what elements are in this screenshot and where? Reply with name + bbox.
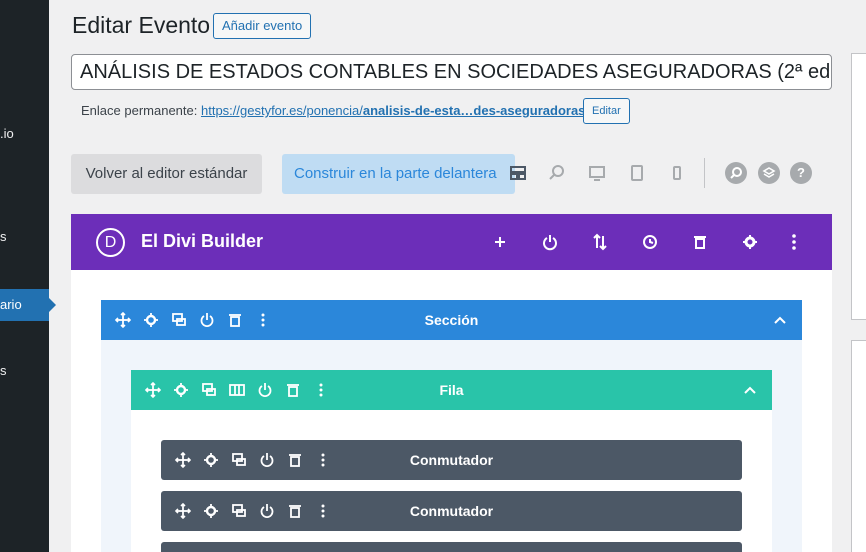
power-icon[interactable] xyxy=(255,380,275,400)
module-bar[interactable]: Conmutador xyxy=(161,491,742,531)
more-options-icon[interactable] xyxy=(313,501,333,521)
trash-icon[interactable] xyxy=(283,380,303,400)
module-bar[interactable]: Conmutador xyxy=(161,440,742,480)
sidebar-item-label: .io xyxy=(0,126,14,141)
module-bar[interactable] xyxy=(161,542,742,552)
right-metabox-panel xyxy=(851,340,866,552)
divi-logo-icon: D xyxy=(96,228,125,257)
permalink-slug: analisis-de-esta…des-aseguradoras xyxy=(362,103,586,118)
add-event-button[interactable]: Añadir evento xyxy=(213,13,312,39)
page-title: Editar Evento xyxy=(72,12,211,38)
duplicate-icon[interactable] xyxy=(229,501,249,521)
move-icon[interactable] xyxy=(173,501,193,521)
toolbar-divider xyxy=(704,158,705,188)
layers-icon[interactable] xyxy=(758,162,780,184)
duplicate-icon[interactable] xyxy=(199,380,219,400)
history-icon[interactable] xyxy=(639,231,661,253)
sidebar-item-1[interactable]: .io xyxy=(0,124,14,144)
gear-icon[interactable] xyxy=(171,380,191,400)
gear-icon[interactable] xyxy=(201,450,221,470)
more-options-icon[interactable] xyxy=(783,231,805,253)
power-icon[interactable] xyxy=(257,501,277,521)
edit-permalink-button[interactable]: Editar xyxy=(583,98,630,124)
search-icon[interactable] xyxy=(725,162,747,184)
section-actions xyxy=(113,310,273,330)
sort-icon[interactable] xyxy=(589,231,611,253)
phone-view-icon[interactable] xyxy=(666,162,688,184)
module-actions xyxy=(173,501,333,521)
move-icon[interactable] xyxy=(173,450,193,470)
help-icon[interactable]: ? xyxy=(790,162,812,184)
sidebar-item-3[interactable]: s xyxy=(0,361,7,381)
chevron-up-icon[interactable] xyxy=(770,310,790,330)
row-bar[interactable]: Fila xyxy=(131,370,772,410)
divi-builder-box: D El Divi Builder Sección Fila Conmutado… xyxy=(71,214,832,552)
gear-icon[interactable] xyxy=(141,310,161,330)
layout-icon[interactable] xyxy=(507,162,529,184)
right-metabox-panel xyxy=(851,53,866,320)
sidebar-item-label: s xyxy=(0,363,7,378)
row-actions xyxy=(143,380,331,400)
more-options-icon[interactable] xyxy=(311,380,331,400)
chevron-up-icon[interactable] xyxy=(740,380,760,400)
power-icon[interactable] xyxy=(197,310,217,330)
frontend-builder-button[interactable]: Construir en la parte delantera xyxy=(282,154,515,194)
section-bar[interactable]: Sección xyxy=(101,300,802,340)
sidebar-item-active[interactable]: ario xyxy=(0,289,56,321)
tablet-view-icon[interactable] xyxy=(626,162,648,184)
sidebar-item-label: s xyxy=(0,229,7,244)
sidebar-item-label: ario xyxy=(0,297,22,312)
power-icon[interactable] xyxy=(257,450,277,470)
move-icon[interactable] xyxy=(143,380,163,400)
permalink-row: Enlace permanente: https://gestyfor.es/p… xyxy=(81,103,589,118)
gear-icon[interactable] xyxy=(201,501,221,521)
admin-sidebar: .io s ario s xyxy=(0,0,56,552)
move-icon[interactable] xyxy=(113,310,133,330)
power-icon[interactable] xyxy=(539,231,561,253)
trash-icon[interactable] xyxy=(689,231,711,253)
module-actions xyxy=(173,450,333,470)
more-options-icon[interactable] xyxy=(313,450,333,470)
more-options-icon[interactable] xyxy=(253,310,273,330)
permalink-label: Enlace permanente: xyxy=(81,103,198,118)
trash-icon[interactable] xyxy=(225,310,245,330)
post-title-input[interactable]: ANÁLISIS DE ESTADOS CONTABLES EN SOCIEDA… xyxy=(71,54,832,90)
standard-editor-button[interactable]: Volver al editor estándar xyxy=(71,154,262,194)
permalink-base: https://gestyfor.es/ponencia/ xyxy=(200,103,363,118)
trash-icon[interactable] xyxy=(285,501,305,521)
permalink-link[interactable]: https://gestyfor.es/ponencia/analisis-de… xyxy=(201,103,589,118)
divi-header: D El Divi Builder xyxy=(71,214,832,270)
duplicate-icon[interactable] xyxy=(229,450,249,470)
divi-title: El Divi Builder xyxy=(141,231,264,251)
settings-icon[interactable] xyxy=(739,231,761,253)
add-icon[interactable] xyxy=(489,231,511,253)
zoom-icon[interactable] xyxy=(546,162,568,184)
desktop-view-icon[interactable] xyxy=(586,162,608,184)
trash-icon[interactable] xyxy=(285,450,305,470)
columns-icon[interactable] xyxy=(227,380,247,400)
duplicate-icon[interactable] xyxy=(169,310,189,330)
sidebar-item-2[interactable]: s xyxy=(0,227,7,247)
